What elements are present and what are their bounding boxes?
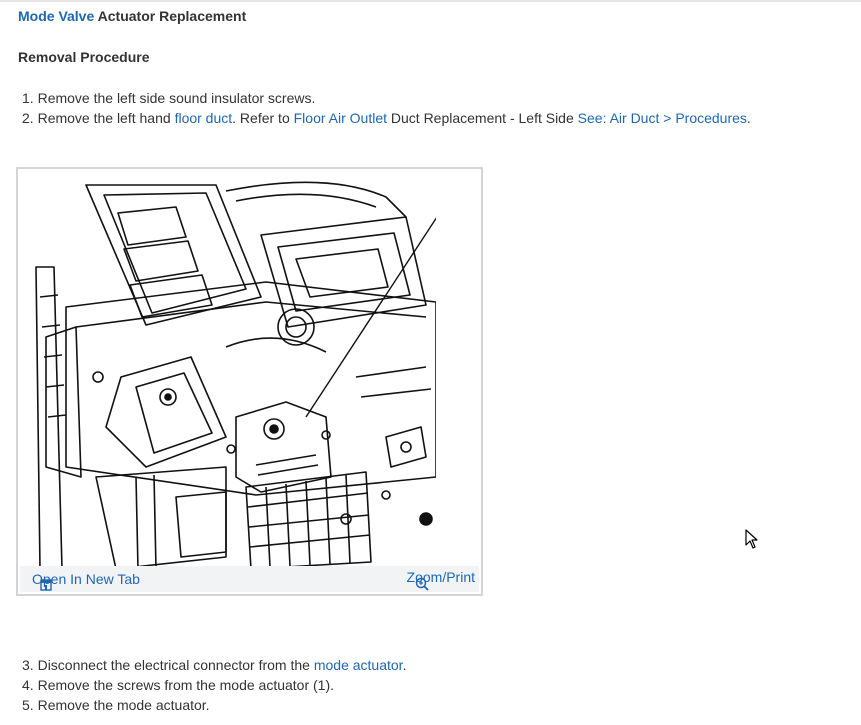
step-2: 2. Remove the left hand floor duct. Refe… xyxy=(22,108,751,128)
floor-air-outlet-link[interactable]: Floor Air Outlet xyxy=(294,110,387,126)
floor-duct-link[interactable]: floor duct xyxy=(175,110,233,126)
step-4: 4. Remove the screws from the mode actua… xyxy=(22,675,406,695)
figure-container: 1 Open In New Tab Zoom/Print xyxy=(16,167,483,596)
procedure-steps-list-continued: 3. Disconnect the electrical connector f… xyxy=(22,655,406,715)
step-1: 1. Remove the left side sound insulator … xyxy=(22,88,751,108)
step-text: Remove the screws from the mode actuator… xyxy=(33,677,335,693)
air-duct-procedures-link[interactable]: See: Air Duct > Procedures xyxy=(578,110,747,126)
figure-toolbar: Open In New Tab Zoom/Print xyxy=(20,566,479,592)
title-text: Actuator Replacement xyxy=(94,8,247,24)
step-text: Disconnect the electrical connector from… xyxy=(33,657,314,673)
step-text: . xyxy=(402,657,407,673)
step-text: . xyxy=(746,110,751,126)
step-number: 4. xyxy=(22,677,34,693)
procedure-steps-list: 1. Remove the left side sound insulator … xyxy=(22,88,751,128)
step-3: 3. Disconnect the electrical connector f… xyxy=(22,655,406,675)
step-5: 5. Remove the mode actuator. xyxy=(22,695,406,715)
zoom-in-icon xyxy=(415,577,429,591)
zoom-print-button[interactable]: Zoom/Print xyxy=(407,569,475,591)
step-number: 1. xyxy=(22,90,34,106)
section-heading: Removal Procedure xyxy=(18,49,150,65)
top-border xyxy=(0,0,861,2)
open-in-new-tab-icon xyxy=(40,579,52,591)
page-title: Mode Valve Actuator Replacement xyxy=(18,8,246,24)
step-text: Duct Replacement - Left Side xyxy=(387,110,578,126)
actuator-illustration[interactable]: 1 xyxy=(26,177,436,569)
step-number: 3. xyxy=(22,657,34,673)
page: Mode Valve Actuator Replacement Removal … xyxy=(0,0,861,725)
step-text: Remove the left side sound insulator scr… xyxy=(33,90,316,106)
open-in-new-tab-button[interactable]: Open In New Tab xyxy=(32,571,140,591)
mode-actuator-link[interactable]: mode actuator xyxy=(314,657,403,673)
step-number: 2. xyxy=(22,110,34,126)
mouse-pointer-icon xyxy=(745,529,758,549)
step-text: . Refer to xyxy=(232,110,294,126)
step-number: 5. xyxy=(22,697,34,713)
step-text: Remove the left hand xyxy=(33,110,175,126)
title-link[interactable]: Mode Valve xyxy=(18,8,94,24)
step-text: Remove the mode actuator. xyxy=(33,697,210,713)
